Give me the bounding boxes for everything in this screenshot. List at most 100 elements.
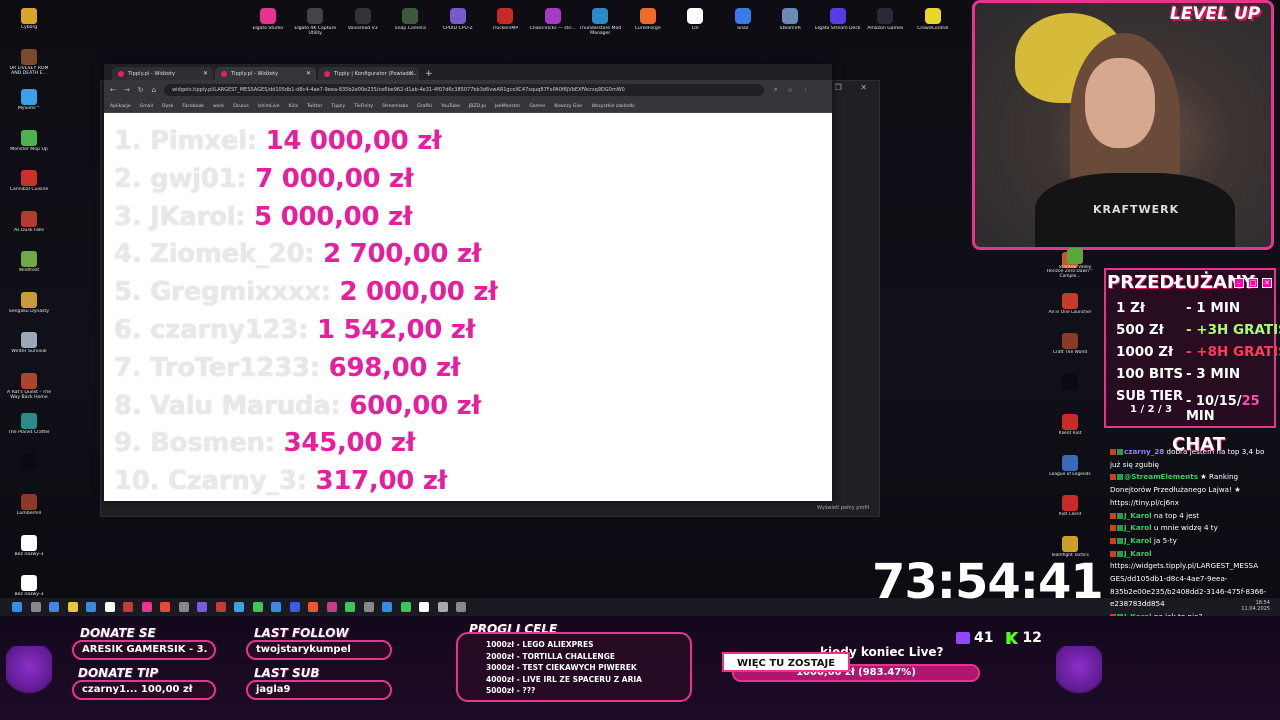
close-tab-icon[interactable]: ✕ bbox=[409, 70, 414, 77]
chat-username[interactable]: J_Karol bbox=[1124, 550, 1152, 558]
chat-username[interactable]: J_Karol bbox=[1124, 524, 1152, 532]
desktop-shortcut[interactable]: Elgato 4K Capture Utility bbox=[292, 6, 340, 38]
taskbar-app-icon[interactable] bbox=[326, 602, 337, 612]
desktop-shortcut[interactable]: LIV bbox=[672, 6, 720, 38]
taskbar-app-icon[interactable] bbox=[86, 602, 96, 612]
desktop-shortcut[interactable]: Elgato Studio bbox=[244, 6, 292, 38]
desktop-shortcut[interactable]: Sengoku Dynasty bbox=[4, 291, 54, 331]
taskbar-app-icon[interactable] bbox=[12, 602, 22, 612]
chat-username[interactable]: czarny_28 bbox=[1124, 448, 1164, 456]
bookmark-item[interactable]: Grafiki bbox=[417, 104, 432, 109]
taskbar-app-icon[interactable] bbox=[400, 602, 411, 612]
desktop-shortcut[interactable]: ChaosTricks — stri... bbox=[529, 6, 577, 38]
bookmark-item[interactable]: Facebook bbox=[182, 104, 204, 109]
desktop-shortcut[interactable]: Stardew Valley bbox=[1045, 246, 1105, 285]
desktop-shortcut[interactable]: CrowdControl bbox=[909, 6, 957, 38]
bookmark-item[interactable]: Gmail bbox=[140, 104, 153, 109]
taskbar-app-icon[interactable] bbox=[271, 602, 281, 612]
taskbar-app-icon[interactable] bbox=[437, 602, 448, 612]
desktop-shortcut[interactable]: League of Legends bbox=[1040, 454, 1100, 494]
taskbar-app-icon[interactable] bbox=[456, 602, 466, 612]
home-icon[interactable]: ⌂ bbox=[152, 86, 156, 94]
taskbar-app-icon[interactable] bbox=[363, 602, 374, 612]
new-tab-button[interactable]: + bbox=[425, 69, 433, 79]
desktop-shortcut[interactable]: SteamVR bbox=[767, 6, 815, 38]
taskbar-app-icon[interactable] bbox=[67, 602, 78, 612]
bookmark-item[interactable]: Games bbox=[529, 104, 545, 109]
desktop-shortcut[interactable]: TruckersMP bbox=[482, 6, 530, 38]
forward-icon[interactable]: → bbox=[124, 86, 130, 94]
desktop-shortcut[interactable]: Lumberhill bbox=[4, 494, 54, 533]
bookmark-item[interactable]: Aplikacje bbox=[110, 104, 131, 109]
desktop-shortcut[interactable]: Cannibal Cuisine bbox=[4, 170, 54, 209]
desktop-shortcut[interactable]: Voicemod V3 bbox=[339, 6, 387, 38]
desktop-shortcut[interactable]: CurseForge bbox=[624, 6, 672, 38]
desktop-shortcut[interactable]: As Dusk Falls bbox=[4, 210, 54, 250]
desktop-shortcut[interactable]: Amazon Games bbox=[862, 6, 910, 38]
taskbar-app-icon[interactable] bbox=[104, 602, 115, 612]
bookmark-item[interactable]: Kick bbox=[289, 104, 298, 109]
desktop-shortcut[interactable]: Thunderstore Mod Manager bbox=[577, 6, 625, 38]
bookmark-item[interactable]: work bbox=[213, 104, 224, 109]
desktop-shortcut[interactable]: Wildfrost bbox=[4, 251, 54, 290]
taskbar-app-icon[interactable] bbox=[178, 602, 189, 612]
desktop-shortcut[interactable]: Elgato Stream Deck bbox=[814, 6, 862, 38]
bookmark-item[interactable]: Tipply bbox=[331, 104, 345, 109]
desktop-shortcut[interactable]: Craft The World bbox=[1040, 333, 1100, 372]
chat-username[interactable]: J_Karol bbox=[1124, 512, 1152, 520]
desktop-shortcut[interactable]: Riot Client bbox=[1040, 495, 1100, 534]
bookmark-item[interactable]: JoeMonster bbox=[495, 104, 521, 109]
taskbar-app-icon[interactable] bbox=[382, 602, 392, 612]
bookmark-item[interactable]: IshimLive bbox=[258, 104, 280, 109]
bookmark-item[interactable]: Wszystkie zakładki bbox=[591, 104, 634, 109]
bookmark-item[interactable]: JBZD.pl bbox=[469, 104, 486, 109]
back-icon[interactable]: ← bbox=[110, 86, 116, 94]
desktop-shortcut[interactable]: DR LIVESEY ROM AND DEATH E... bbox=[4, 48, 54, 88]
desktop-shortcut[interactable] bbox=[4, 453, 54, 493]
desktop-shortcut[interactable]: Bez nazwy-3 bbox=[4, 534, 54, 574]
menu-icon[interactable]: ⋮ bbox=[803, 87, 809, 94]
bookmark-item[interactable]: Dysk bbox=[162, 104, 173, 109]
browser-tab[interactable]: Tipply | Konfigurator (Powiadc... ✕ bbox=[318, 67, 419, 80]
desktop-shortcut[interactable]: Snaz bbox=[719, 6, 767, 38]
desktop-shortcut[interactable]: Winter Survival bbox=[4, 332, 54, 371]
minimize-icon[interactable]: – bbox=[1234, 278, 1244, 288]
desktop-shortcut[interactable]: Monster Mop Up bbox=[4, 129, 54, 169]
bookmark-item[interactable]: Kowczy Gier bbox=[554, 104, 582, 109]
browser-tab-active[interactable]: Tipply.pl - Widżety ✕ bbox=[215, 67, 316, 80]
bookmark-item[interactable]: TikFinity bbox=[354, 104, 373, 109]
reload-icon[interactable]: ↻ bbox=[138, 86, 144, 94]
taskbar-app-icon[interactable] bbox=[345, 602, 355, 612]
close-tab-icon[interactable]: ✕ bbox=[306, 70, 311, 77]
chat-username[interactable]: @StreamElements bbox=[1124, 473, 1198, 481]
desktop-shortcut[interactable]: A Rat's Quest - The Way Back Home bbox=[4, 372, 54, 412]
zoom-icon[interactable]: ⌕ bbox=[774, 86, 777, 94]
address-bar[interactable]: widgets.tipply.pl/LARGEST_MESSAGES/dd105… bbox=[164, 84, 765, 96]
bookmark-star-icon[interactable]: ☆ bbox=[787, 87, 792, 94]
close-tab-icon[interactable]: ✕ bbox=[203, 70, 208, 77]
close-icon[interactable]: ✕ bbox=[1262, 278, 1272, 288]
bookmark-item[interactable]: Streamlabs bbox=[382, 104, 408, 109]
desktop-shortcut[interactable]: Snap Camera bbox=[387, 6, 435, 38]
taskbar-app-icon[interactable] bbox=[234, 602, 244, 612]
bookmark-item[interactable]: YouTube bbox=[441, 104, 460, 109]
taskbar-app-icon[interactable] bbox=[30, 602, 41, 612]
taskbar-app-icon[interactable] bbox=[289, 602, 300, 612]
taskbar-app-icon[interactable] bbox=[252, 602, 263, 612]
taskbar-app-icon[interactable] bbox=[419, 602, 429, 612]
bookmark-item[interactable]: Oculus bbox=[233, 104, 249, 109]
taskbar-app-icon[interactable] bbox=[123, 602, 133, 612]
bookmark-item[interactable]: Twitter bbox=[307, 104, 322, 109]
browser-tab[interactable]: Tipply.pl - Widżety ✕ bbox=[112, 67, 213, 80]
desktop-shortcut[interactable]: MySims™ bbox=[4, 89, 54, 128]
chat-username[interactable]: J_Karol bbox=[1124, 537, 1152, 545]
view-full-profile-link[interactable]: Wyświetl pełny profil bbox=[817, 505, 869, 511]
taskbar-app-icon[interactable] bbox=[215, 602, 226, 612]
desktop-shortcut[interactable]: The Planet Crafter bbox=[4, 413, 54, 452]
desktop-shortcut[interactable] bbox=[1040, 373, 1100, 413]
taskbar-app-icon[interactable] bbox=[308, 602, 318, 612]
desktop-shortcut[interactable]: CPUID CPU-Z bbox=[434, 6, 482, 38]
taskbar-app-icon[interactable] bbox=[160, 602, 170, 612]
taskbar-app-icon[interactable] bbox=[141, 602, 152, 612]
taskbar-app-icon[interactable] bbox=[197, 602, 207, 612]
